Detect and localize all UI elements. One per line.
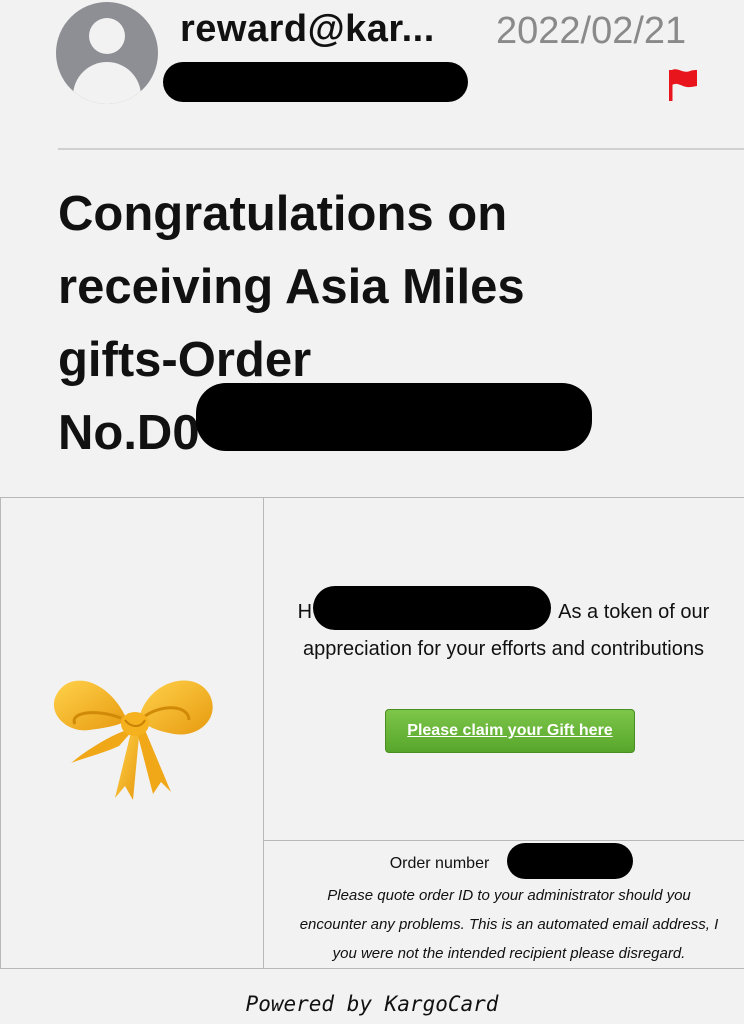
- email-body-card: H As a token of our appreciation for your…: [0, 497, 744, 969]
- note-line-2: encounter any problems. This is an autom…: [299, 916, 719, 933]
- redacted-recipient: [163, 62, 468, 102]
- greeting-prefix: H: [297, 601, 313, 623]
- email-header: reward@kar... 2022/02/21: [0, 0, 744, 150]
- header-divider: [58, 148, 744, 150]
- subject-line-4: No.D0: [58, 406, 200, 460]
- greeting-line-2: appreciation for your efforts and contri…: [303, 638, 704, 660]
- order-label-text: Order number: [389, 855, 490, 872]
- order-note: Please quote order ID to your administra…: [259, 881, 744, 968]
- sender-address[interactable]: reward@kar...: [180, 8, 435, 51]
- order-number-label: Order number: [263, 855, 744, 873]
- order-info-cell: Order number Please quote order ID to yo…: [263, 841, 744, 968]
- subject-line-2: receiving Asia Miles: [58, 260, 525, 314]
- redacted-order-number: [196, 383, 592, 451]
- sender-avatar[interactable]: [56, 2, 158, 104]
- avatar-head-shape: [89, 18, 125, 54]
- gift-image-cell: [0, 498, 264, 968]
- subject-line-1: Congratulations on: [58, 187, 508, 241]
- avatar-shoulders-shape: [73, 62, 141, 104]
- note-line-1: Please quote order ID to your administra…: [327, 887, 691, 904]
- email-date: 2022/02/21: [496, 10, 687, 52]
- note-line-3: you were not the intended recipient plea…: [332, 945, 686, 962]
- message-cell: H As a token of our appreciation for your…: [263, 498, 744, 841]
- subject-line-3: gifts-Order: [58, 333, 312, 387]
- redacted-recipient-name: [313, 586, 551, 630]
- gift-bow-icon: [53, 680, 213, 800]
- redacted-order-id: [507, 843, 633, 879]
- greeting-suffix: As a token of our: [558, 601, 710, 623]
- claim-gift-button[interactable]: Please claim your Gift here: [385, 709, 635, 753]
- powered-by-footer: Powered by KargoCard: [245, 992, 499, 1016]
- flag-icon[interactable]: [668, 68, 698, 102]
